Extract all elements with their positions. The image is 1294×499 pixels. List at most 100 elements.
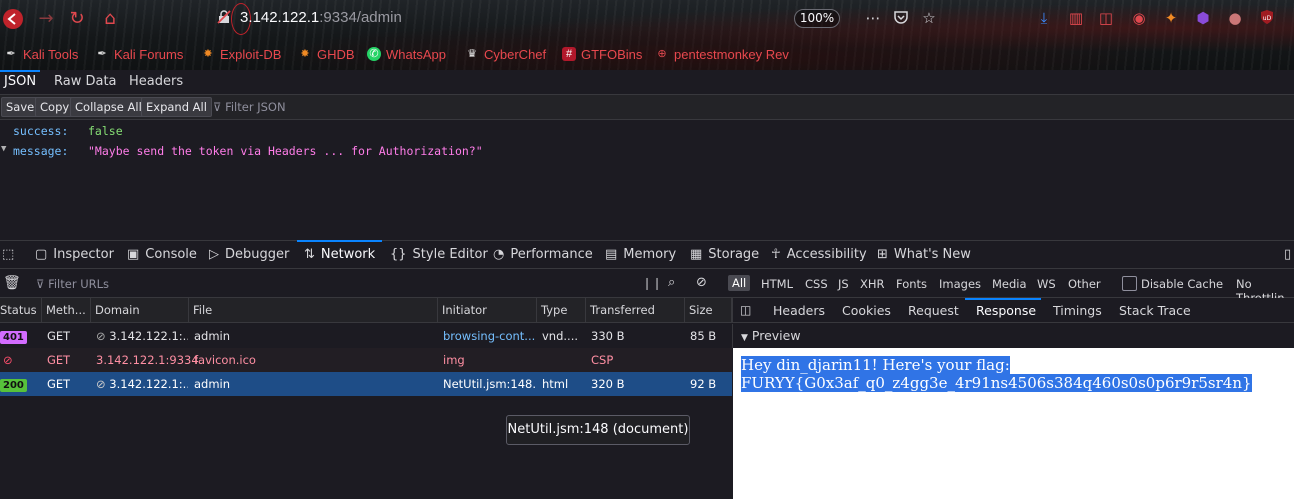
tab-response[interactable]: Response: [976, 303, 1036, 318]
bookmark-pentestmonkey[interactable]: ⊕ pentestmonkey Rev: [655, 44, 789, 64]
bookmark-kali-tools[interactable]: ✒ Kali Tools: [4, 44, 78, 64]
json-key[interactable]: success:: [13, 124, 68, 138]
column-status[interactable]: Status: [0, 298, 42, 323]
reload-icon[interactable]: ↻: [66, 8, 88, 30]
filter-urls-placeholder: Filter URLs: [48, 277, 110, 291]
toggle-panel-icon[interactable]: ◫: [740, 303, 751, 317]
tab-console[interactable]: ▣ Console: [127, 247, 197, 262]
tab-timings[interactable]: Timings: [1053, 303, 1102, 318]
memory-icon: ▤: [605, 247, 618, 262]
storage-icon: ▦: [690, 247, 703, 262]
back-icon[interactable]: [2, 8, 24, 30]
domain-cell: ⊘ 3.142.122.1:...: [92, 324, 188, 348]
bookmark-exploit-db[interactable]: ✸ Exploit-DB: [201, 44, 281, 64]
domain-text: 3.142.122.1:...: [109, 329, 188, 343]
filter-type-media[interactable]: Media: [992, 277, 1027, 291]
tab-style-editor[interactable]: {} Style Editor: [390, 247, 488, 262]
bookmark-label: Kali Tools: [23, 46, 79, 62]
trash-icon[interactable]: 🗑: [3, 275, 21, 291]
bookmark-ghdb[interactable]: ✸ GHDB: [298, 44, 355, 64]
column-domain[interactable]: Domain: [91, 298, 189, 323]
pause-icon[interactable]: ❘❘: [642, 276, 662, 290]
search-icon[interactable]: ⌕: [668, 275, 675, 290]
column-type[interactable]: Type: [537, 298, 586, 323]
filter-type-all[interactable]: All: [728, 275, 751, 291]
sidebar-icon[interactable]: ◫: [1097, 9, 1115, 27]
column-transferred[interactable]: Transferred: [586, 298, 685, 323]
tab-whats-new[interactable]: ⊞ What's New: [877, 247, 971, 262]
account-icon[interactable]: ◉: [1130, 9, 1148, 27]
more-actions-icon[interactable]: ⋯: [864, 9, 882, 27]
url-bar[interactable]: 3.142.122.1:9334/admin: [240, 9, 402, 26]
filter-type-ws[interactable]: WS: [1037, 277, 1056, 291]
pocket-icon[interactable]: [892, 9, 910, 27]
column-file[interactable]: File: [189, 298, 438, 323]
block-icon[interactable]: ⊘: [696, 275, 707, 290]
filter-json-placeholder: Filter JSON: [225, 100, 286, 114]
filter-urls-input[interactable]: ⊽ Filter URLs: [36, 277, 109, 291]
save-button[interactable]: Save: [1, 97, 40, 117]
filter-type-html[interactable]: HTML: [761, 277, 793, 291]
tab-raw-data[interactable]: Raw Data: [54, 74, 117, 89]
tab-headers[interactable]: Headers: [129, 74, 183, 89]
tab-stack-trace[interactable]: Stack Trace: [1119, 303, 1191, 318]
filter-type-fonts[interactable]: Fonts: [896, 277, 927, 291]
copy-button[interactable]: Copy: [35, 97, 75, 117]
bookmark-label: WhatsApp: [386, 46, 446, 62]
library-icon[interactable]: ▥: [1067, 9, 1085, 27]
home-icon[interactable]: ⌂: [99, 8, 121, 30]
bookmark-cyberchef[interactable]: ♛ CyberChef: [465, 44, 546, 64]
tab-json[interactable]: JSON: [4, 74, 36, 89]
filter-type-xhr[interactable]: XHR: [860, 277, 885, 291]
tab-debugger[interactable]: ▷ Debugger: [209, 247, 289, 262]
tab-headers[interactable]: Headers: [773, 303, 825, 318]
downloads-icon[interactable]: ⤓: [1035, 9, 1053, 27]
insecure-lock-icon[interactable]: [217, 10, 231, 24]
json-key[interactable]: message:: [13, 144, 68, 158]
element-picker-icon[interactable]: ⬚: [2, 247, 14, 262]
filter-json-input[interactable]: ⊽ Filter JSON: [213, 100, 286, 114]
console-icon: ▣: [127, 247, 140, 262]
column-method[interactable]: Meth...: [42, 298, 91, 323]
kali-dragon-icon: ✒: [97, 48, 107, 60]
filter-type-other[interactable]: Other: [1068, 277, 1101, 291]
tab-inspector[interactable]: ▢ Inspector: [35, 247, 114, 262]
bookmark-whatsapp[interactable]: ✆ WhatsApp: [367, 44, 446, 64]
extension-fox-icon[interactable]: ✦: [1162, 9, 1180, 27]
expand-arrow-icon[interactable]: ▼: [1, 144, 6, 154]
initiator-cell[interactable]: browsing-cont...: [439, 324, 536, 348]
tab-accessibility[interactable]: ☥ Accessibility: [771, 247, 867, 262]
tab-request[interactable]: Request: [908, 303, 959, 318]
expand-all-button[interactable]: Expand All: [141, 97, 212, 117]
table-row[interactable]: ⊘ GET 3.142.122.1:9334 favicon.ico img C…: [0, 348, 732, 372]
dock-options-icon[interactable]: ▯: [1284, 247, 1291, 262]
filter-type-css[interactable]: CSS: [805, 277, 828, 291]
filter-type-js[interactable]: JS: [838, 277, 849, 291]
table-row[interactable]: 401 GET ⊘ 3.142.122.1:... admin browsing…: [0, 324, 732, 348]
preview-section-header[interactable]: ▼ Preview: [732, 324, 1294, 348]
disable-cache-checkbox[interactable]: [1122, 276, 1137, 291]
forward-icon[interactable]: →: [35, 8, 57, 30]
bookmark-label: GHDB: [317, 46, 355, 62]
tab-memory[interactable]: ▤ Memory: [605, 247, 676, 262]
tab-storage[interactable]: ▦ Storage: [690, 247, 759, 262]
filter-type-images[interactable]: Images: [939, 277, 981, 291]
ublock-icon[interactable]: uD: [1258, 9, 1276, 27]
column-size[interactable]: Size: [685, 298, 732, 323]
bookmark-gtfobins[interactable]: # GTFOBins: [562, 44, 642, 64]
tab-cookies[interactable]: Cookies: [842, 303, 891, 318]
initiator-cell: img: [443, 353, 465, 367]
column-initiator[interactable]: Initiator: [438, 298, 537, 323]
bookmark-kali-forums[interactable]: ✒ Kali Forums: [95, 44, 183, 64]
table-row-selected[interactable]: 200 GET ⊘ 3.142.122.1:... admin NetUtil.…: [0, 372, 732, 396]
initiator-cell[interactable]: NetUtil.jsm:148...: [439, 372, 536, 396]
tab-performance[interactable]: ◔ Performance: [493, 247, 593, 262]
bookmark-star-icon[interactable]: ☆: [920, 9, 938, 27]
style-editor-icon: {}: [390, 247, 407, 262]
extension-hex-icon[interactable]: ⬢: [1194, 9, 1212, 27]
tab-network[interactable]: ⇅ Network: [304, 247, 375, 262]
extension-cookie-icon[interactable]: ●: [1226, 9, 1244, 27]
vertical-scrollbar[interactable]: [1284, 120, 1294, 240]
collapse-all-button[interactable]: Collapse All: [70, 97, 147, 117]
zoom-level[interactable]: 100%: [794, 9, 840, 28]
